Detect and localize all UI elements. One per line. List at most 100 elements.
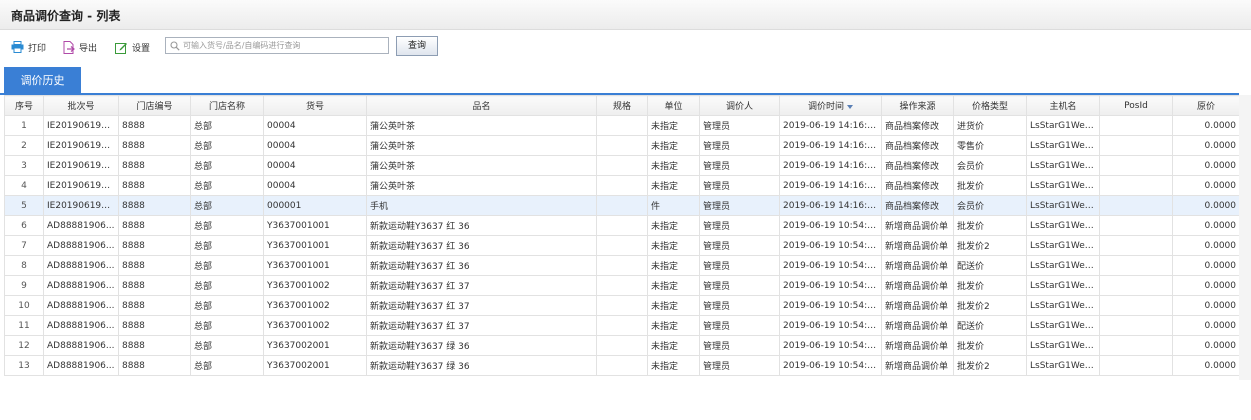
table-row[interactable]: 3 IE201906191... 8888 总部 00004 蒲公英叶茶 未指定 管理员 201… [4, 155, 1240, 176]
cell-source: 新增商品调价单 [881, 315, 954, 336]
cell-operator: 管理员 [699, 135, 780, 156]
cell-spec [596, 155, 648, 176]
table-row[interactable]: 1 IE201906191... 8888 总部 00004 蒲公英叶茶 未指定 管理员 201… [4, 115, 1240, 136]
print-button[interactable]: 打印 [11, 39, 46, 55]
cell-host-name: LsStarG1Web2 [1026, 255, 1100, 276]
column-header[interactable]: 主机名 [1026, 95, 1100, 116]
table-row[interactable]: 13 AD88881906... 8888 总部 Y3637002001 新款运动鞋Y36… [4, 355, 1240, 376]
cell-adjust-time: 2019-06-19 10:54:49 [779, 295, 882, 316]
column-header[interactable]: 门店名称 [190, 95, 264, 116]
table-row[interactable]: 12 AD88881906... 8888 总部 Y3637002001 新款运动鞋Y36… [4, 335, 1240, 356]
column-header[interactable]: 货号 [263, 95, 367, 116]
cell-store-code: 8888 [118, 135, 191, 156]
cell-row-index: 11 [4, 315, 44, 336]
price-history-table: 序号 批次号 门店编号 门店名称 货号 品名 规格 单位 调价人 调价时间 操作… [4, 95, 1240, 376]
cell-store-code: 8888 [118, 335, 191, 356]
cell-original-price: 0.0000 [1172, 215, 1240, 236]
table-row[interactable]: 11 AD88881906... 8888 总部 Y3637001002 新款运动鞋Y36… [4, 315, 1240, 336]
cell-batch-no: IE201906191... [43, 115, 119, 136]
cell-store-name: 总部 [190, 215, 264, 236]
cell-price-type: 批发价 [953, 215, 1027, 236]
table-row[interactable]: 6 AD88881906... 8888 总部 Y3637001001 新款运动鞋Y363… [4, 215, 1240, 236]
cell-item-name: 蒲公英叶茶 [366, 175, 597, 196]
cell-store-name: 总部 [190, 195, 264, 216]
cell-batch-no: IE201906191... [43, 195, 119, 216]
cell-unit: 未指定 [647, 175, 700, 196]
cell-unit: 未指定 [647, 235, 700, 256]
cell-spec [596, 215, 648, 236]
settings-button[interactable]: 设置 [115, 39, 150, 55]
cell-batch-no: IE201906191... [43, 175, 119, 196]
column-header[interactable]: 批次号 [43, 95, 119, 116]
vertical-scrollbar[interactable] [1239, 95, 1251, 380]
cell-store-name: 总部 [190, 135, 264, 156]
column-header[interactable]: 原价 [1172, 95, 1240, 116]
table-row[interactable]: 7 AD88881906... 8888 总部 Y3637001001 新款运动鞋Y363… [4, 235, 1240, 256]
cell-source: 新增商品调价单 [881, 295, 954, 316]
cell-pos-id [1099, 235, 1173, 256]
column-header[interactable]: 门店编号 [118, 95, 191, 116]
table-row[interactable]: 10 AD88881906... 8888 总部 Y3637001002 新款运动鞋Y36… [4, 295, 1240, 316]
cell-batch-no: IE201906191... [43, 135, 119, 156]
column-header[interactable]: 操作来源 [881, 95, 954, 116]
cell-store-name: 总部 [190, 115, 264, 136]
cell-host-name: LsStarG1Web2 [1026, 335, 1100, 356]
cell-store-code: 8888 [118, 155, 191, 176]
cell-original-price: 0.0000 [1172, 175, 1240, 196]
cell-item-name: 蒲公英叶茶 [366, 135, 597, 156]
cell-original-price: 0.0000 [1172, 155, 1240, 176]
cell-spec [596, 295, 648, 316]
cell-price-type: 批发价2 [953, 235, 1027, 256]
column-header[interactable]: 单位 [647, 95, 700, 116]
column-header[interactable]: 调价人 [699, 95, 780, 116]
cell-host-name: LsStarG1Web1 [1026, 115, 1100, 136]
cell-adjust-time: 2019-06-19 14:16:40 [779, 135, 882, 156]
cell-operator: 管理员 [699, 235, 780, 256]
cell-row-index: 4 [4, 175, 44, 196]
column-header[interactable]: 规格 [596, 95, 648, 116]
cell-original-price: 0.0000 [1172, 195, 1240, 216]
cell-row-index: 10 [4, 295, 44, 316]
export-icon [63, 40, 75, 54]
cell-item-name: 手机 [366, 195, 597, 216]
search-icon [170, 40, 180, 51]
cell-spec [596, 195, 648, 216]
search-input[interactable] [183, 41, 383, 50]
cell-spec [596, 255, 648, 276]
cell-operator: 管理员 [699, 335, 780, 356]
cell-source: 商品档案修改 [881, 115, 954, 136]
cell-pos-id [1099, 115, 1173, 136]
table-row[interactable]: 2 IE201906191... 8888 总部 00004 蒲公英叶茶 未指定 管理员 201… [4, 135, 1240, 156]
table-row[interactable]: 8 AD88881906... 8888 总部 Y3637001001 新款运动鞋Y363… [4, 255, 1240, 276]
cell-unit: 未指定 [647, 215, 700, 236]
tab-price-history[interactable]: 调价历史 [4, 67, 81, 94]
cell-pos-id [1099, 135, 1173, 156]
column-header[interactable]: 序号 [4, 95, 44, 116]
cell-pos-id [1099, 215, 1173, 236]
export-button[interactable]: 导出 [63, 39, 97, 55]
table-row[interactable]: 4 IE201906191... 8888 总部 00004 蒲公英叶茶 未指定 管理员 201… [4, 175, 1240, 196]
cell-item-code: Y3637001001 [263, 235, 367, 256]
table-row[interactable]: 9 AD88881906... 8888 总部 Y3637001002 新款运动鞋Y363… [4, 275, 1240, 296]
printer-icon [11, 41, 24, 53]
cell-batch-no: AD88881906... [43, 295, 119, 316]
cell-item-code: Y3637001002 [263, 295, 367, 316]
cell-host-name: LsStarG1Web1 [1026, 175, 1100, 196]
column-header-sorted[interactable]: 调价时间 [779, 95, 882, 116]
export-label: 导出 [79, 43, 98, 54]
cell-row-index: 8 [4, 255, 44, 276]
cell-spec [596, 355, 648, 376]
cell-spec [596, 115, 648, 136]
column-header[interactable]: 品名 [366, 95, 597, 116]
query-button[interactable]: 查询 [396, 36, 438, 56]
column-header[interactable]: PosId [1099, 95, 1173, 116]
settings-label: 设置 [132, 43, 151, 54]
cell-host-name: LsStarG1Web2 [1026, 295, 1100, 316]
cell-source: 商品档案修改 [881, 175, 954, 196]
cell-item-code: Y3637002001 [263, 335, 367, 356]
cell-store-name: 总部 [190, 235, 264, 256]
column-header[interactable]: 价格类型 [953, 95, 1027, 116]
cell-price-type: 批发价 [953, 175, 1027, 196]
cell-item-name: 蒲公英叶茶 [366, 115, 597, 136]
table-row[interactable]: 5 IE201906191... 8888 总部 000001 手机 件管理员 2019-06… [4, 195, 1240, 216]
